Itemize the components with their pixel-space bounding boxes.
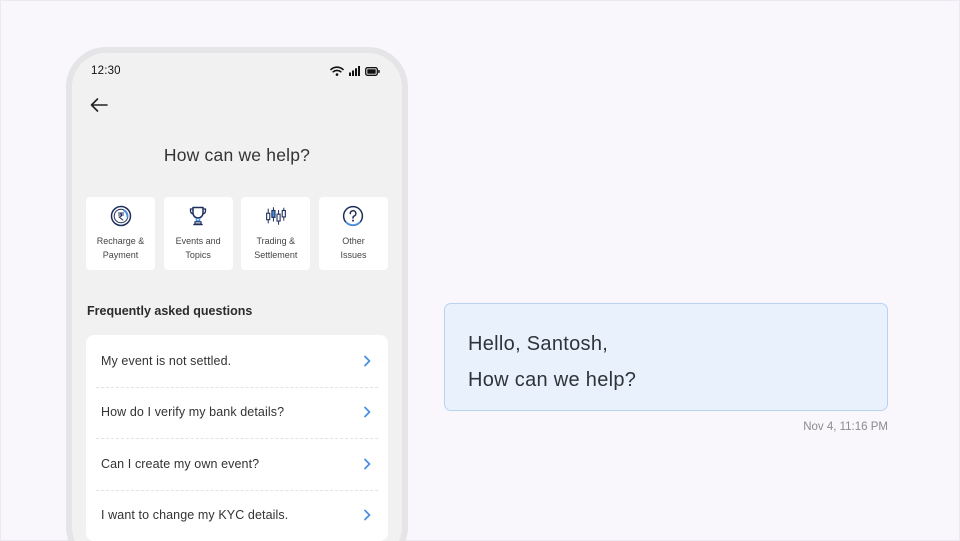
chat-message: How can we help?	[468, 369, 637, 391]
signal-icon	[349, 66, 360, 76]
chevron-right-icon	[363, 509, 373, 521]
category-other-issues[interactable]: Other Issues	[318, 197, 388, 270]
phone-screen: 12:30 How can we help? Recharge & Paymen…	[72, 53, 402, 541]
phone-mockup: 12:30 How can we help? Recharge & Paymen…	[66, 47, 408, 541]
category-trading-settlement[interactable]: Trading & Settlement	[241, 197, 311, 270]
status-time: 12:30	[91, 65, 121, 77]
rupee-coin-icon	[110, 205, 132, 227]
chat-greeting: Hello, Santosh,	[468, 333, 609, 355]
faq-question: My event is not settled.	[101, 353, 232, 368]
faq-list: My event is not settled. How do I verify…	[86, 335, 388, 541]
wifi-icon	[330, 66, 344, 76]
category-label: Events and Topics	[175, 236, 221, 260]
page-title: How can we help?	[163, 145, 311, 165]
arrow-left-icon	[89, 97, 109, 118]
faq-item[interactable]: My event is not settled.	[86, 335, 388, 387]
category-recharge-payment[interactable]: Recharge & Payment	[86, 197, 155, 270]
category-label: Recharge & Payment	[96, 236, 145, 260]
chat-timestamp: Nov 4, 11:16 PM	[803, 421, 888, 433]
battery-icon	[365, 66, 380, 76]
chat-bubble: Hello, Santosh, How can we help?	[444, 303, 888, 411]
category-label: Trading & Settlement	[254, 236, 298, 260]
back-button[interactable]	[87, 95, 111, 119]
faq-question: Can I create my own event?	[101, 456, 260, 471]
faq-item[interactable]: How do I verify my bank details?	[86, 386, 388, 439]
chevron-right-icon	[363, 406, 373, 418]
category-events-topics[interactable]: Events and Topics	[163, 197, 233, 270]
faq-question: How do I verify my bank details?	[101, 405, 285, 420]
faq-heading: Frequently asked questions	[87, 304, 253, 318]
trophy-icon	[187, 205, 209, 227]
category-grid: Recharge & Payment Events and Topics Tra…	[86, 197, 388, 270]
faq-item[interactable]: I want to change my KYC details.	[86, 489, 388, 541]
chevron-right-icon	[363, 355, 373, 367]
status-icons	[330, 66, 380, 76]
status-bar: 12:30	[72, 55, 402, 87]
faq-question: I want to change my KYC details.	[101, 508, 289, 523]
faq-item[interactable]: Can I create my own event?	[86, 438, 388, 490]
candlestick-chart-icon	[265, 205, 287, 227]
question-circle-icon	[342, 205, 364, 227]
category-label: Other Issues	[340, 236, 367, 260]
chevron-right-icon	[363, 458, 373, 470]
